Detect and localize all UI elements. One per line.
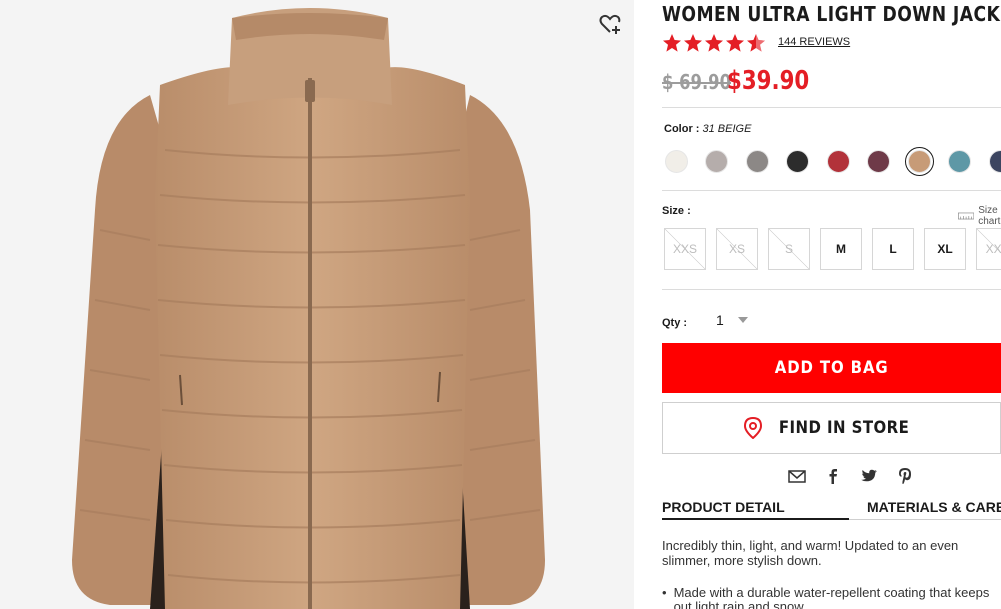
location-pin-icon xyxy=(744,417,763,439)
color-swatch[interactable] xyxy=(746,150,769,173)
color-label-text: Color : xyxy=(664,123,700,135)
size-option-xs[interactable]: XS xyxy=(716,228,758,270)
bullet-dot-icon: • xyxy=(662,585,667,600)
detail-tabs: PRODUCT DETAIL MATERIALS & CARE xyxy=(662,499,1001,521)
qty-value: 1 xyxy=(716,312,724,328)
divider xyxy=(662,289,1001,290)
add-to-bag-button[interactable]: ADD TO BAG xyxy=(662,343,1001,393)
star-half-icon xyxy=(747,34,765,52)
tab-materials-care[interactable]: MATERIALS & CARE xyxy=(867,499,1001,515)
twitter-icon[interactable] xyxy=(860,467,878,485)
size-chart-link[interactable]: Size chart xyxy=(958,205,1001,227)
share-icons xyxy=(788,467,914,485)
color-swatch[interactable] xyxy=(827,150,850,173)
tab-divider xyxy=(849,519,1001,520)
size-option-xxs[interactable]: XXS xyxy=(664,228,706,270)
star-icon xyxy=(663,34,681,52)
original-price: $ 69.90 xyxy=(662,70,731,94)
color-swatch[interactable] xyxy=(786,150,809,173)
color-label: Color : 31 BEIGE xyxy=(664,123,751,135)
size-option-l[interactable]: L xyxy=(872,228,914,270)
star-icon xyxy=(705,34,723,52)
find-in-store-label: FIND IN STORE xyxy=(779,418,910,438)
product-title: WOMEN ULTRA LIGHT DOWN JACKET xyxy=(662,2,1001,26)
ruler-icon xyxy=(958,212,975,220)
color-swatch[interactable] xyxy=(705,150,728,173)
chevron-down-icon xyxy=(737,317,748,323)
sale-price: $39.90 xyxy=(727,66,810,96)
tab-product-detail[interactable]: PRODUCT DETAIL xyxy=(662,499,785,515)
size-option-xl[interactable]: XL xyxy=(924,228,966,270)
feature-bullet-text: Made with a durable water-repellent coat… xyxy=(673,585,990,609)
size-chart-label: Size chart xyxy=(978,205,1001,227)
find-in-store-button[interactable]: FIND IN STORE xyxy=(662,402,1001,454)
selected-color-name: 31 BEIGE xyxy=(702,123,752,135)
feature-bullet: • Made with a durable water-repellent co… xyxy=(662,586,1001,609)
star-icon xyxy=(726,34,744,52)
divider xyxy=(662,190,1001,191)
divider xyxy=(662,107,1001,108)
product-image-panel xyxy=(0,0,634,609)
qty-select[interactable]: 1 xyxy=(716,312,748,328)
active-tab-indicator xyxy=(662,518,849,520)
size-option-m[interactable]: M xyxy=(820,228,862,270)
qty-label: Qty : xyxy=(662,317,688,329)
product-description: Incredibly thin, light, and warm! Update… xyxy=(662,538,959,568)
color-swatch[interactable] xyxy=(665,150,688,173)
color-swatch[interactable] xyxy=(867,150,890,173)
add-to-bag-label: ADD TO BAG xyxy=(774,358,889,378)
color-swatch[interactable] xyxy=(948,150,971,173)
wishlist-heart-icon[interactable] xyxy=(598,12,622,36)
reviews-link[interactable]: 144 REVIEWS xyxy=(778,36,850,48)
size-option-xxl[interactable]: XXL xyxy=(976,228,1001,270)
email-icon[interactable] xyxy=(788,467,806,485)
size-label: Size : xyxy=(662,205,691,217)
star-icon xyxy=(684,34,702,52)
rating-stars xyxy=(662,33,766,53)
pinterest-icon[interactable] xyxy=(896,467,914,485)
facebook-icon[interactable] xyxy=(824,467,842,485)
size-option-s[interactable]: S xyxy=(768,228,810,270)
color-swatch[interactable] xyxy=(989,150,1001,173)
color-swatch-selected[interactable] xyxy=(905,147,934,176)
product-info-panel: WOMEN ULTRA LIGHT DOWN JACKET 144 REVIEW… xyxy=(662,0,1001,609)
product-image[interactable] xyxy=(0,0,634,609)
